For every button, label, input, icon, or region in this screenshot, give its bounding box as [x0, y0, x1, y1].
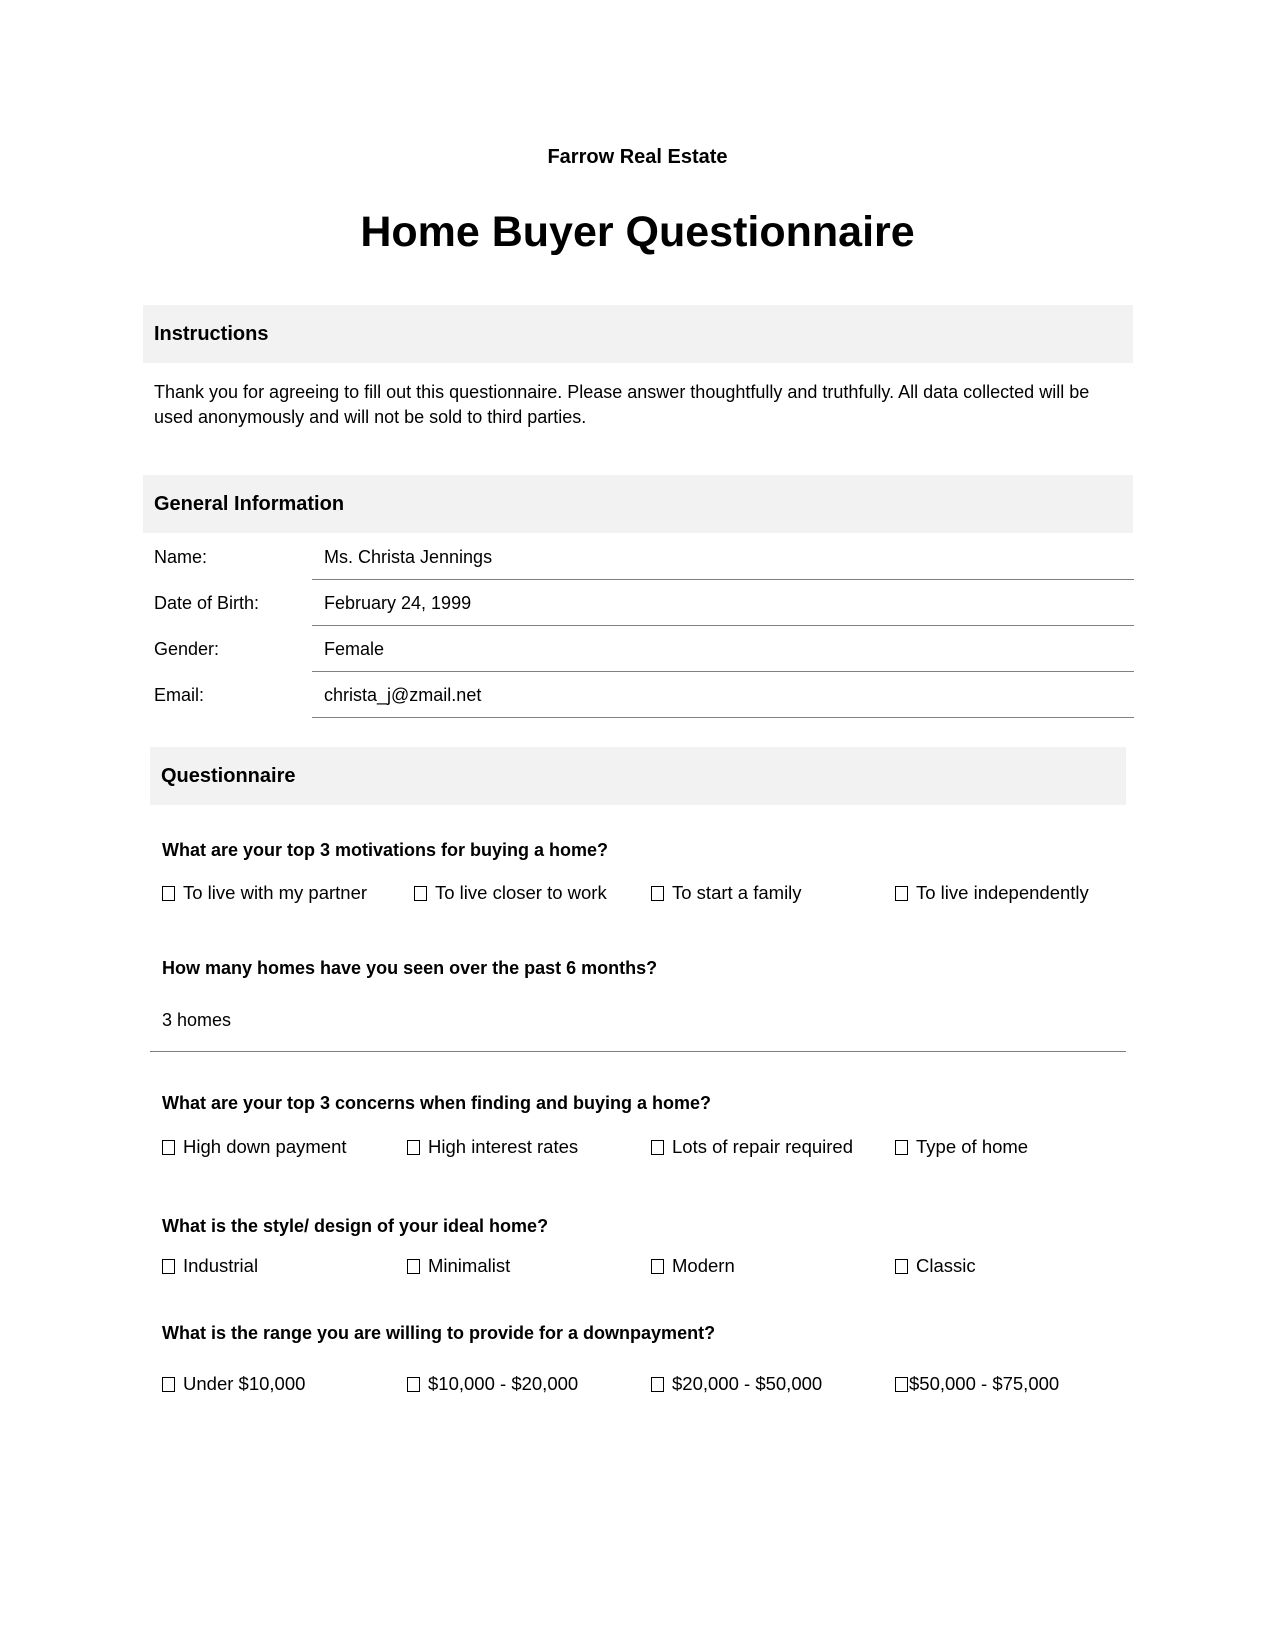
- info-row-gender: Gender: Female: [154, 626, 1134, 672]
- gender-field[interactable]: Female: [312, 626, 1134, 672]
- option-checkbox[interactable]: Minimalist: [407, 1255, 510, 1277]
- general-info-header: General Information: [143, 475, 1133, 533]
- option-checkbox[interactable]: $20,000 - $50,000: [651, 1373, 822, 1395]
- info-row-email: Email: christa_j@zmail.net: [154, 672, 1134, 718]
- option-checkbox[interactable]: Under $10,000: [162, 1373, 305, 1395]
- checkbox-icon[interactable]: [414, 886, 427, 901]
- question-motivations: What are your top 3 motivations for buyi…: [162, 840, 609, 860]
- option-checkbox[interactable]: High interest rates: [407, 1136, 578, 1158]
- option-checkbox[interactable]: Modern: [651, 1255, 735, 1277]
- option-checkbox[interactable]: Lots of repair required: [651, 1136, 853, 1158]
- dob-field[interactable]: February 24, 1999: [312, 580, 1134, 626]
- option-checkbox[interactable]: Type of home: [895, 1136, 1028, 1158]
- checkbox-icon[interactable]: [895, 1140, 908, 1155]
- checkbox-icon[interactable]: [162, 1377, 175, 1392]
- checkbox-icon[interactable]: [407, 1377, 420, 1392]
- answer-underline: [150, 1051, 1126, 1052]
- options-motivations: To live with my partner To live closer t…: [162, 882, 1112, 910]
- email-label: Email:: [154, 685, 205, 705]
- option-checkbox[interactable]: To live independently: [895, 882, 1089, 904]
- checkbox-icon[interactable]: [651, 1377, 664, 1392]
- options-downpayment: Under $10,000 $10,000 - $20,000 $20,000 …: [162, 1373, 1112, 1401]
- option-checkbox[interactable]: To live with my partner: [162, 882, 367, 904]
- checkbox-icon[interactable]: [651, 886, 664, 901]
- checkbox-icon[interactable]: [407, 1140, 420, 1155]
- checkbox-icon[interactable]: [895, 1259, 908, 1274]
- checkbox-icon[interactable]: [162, 1140, 175, 1155]
- checkbox-icon[interactable]: [651, 1140, 664, 1155]
- option-checkbox[interactable]: Classic: [895, 1255, 976, 1277]
- instructions-header: Instructions: [143, 305, 1133, 363]
- checkbox-icon[interactable]: [651, 1259, 664, 1274]
- question-homes-seen: How many homes have you seen over the pa…: [162, 958, 658, 978]
- name-label: Name:: [154, 547, 208, 567]
- checkbox-icon[interactable]: [162, 1259, 175, 1274]
- options-style: Industrial Minimalist Modern Classic: [162, 1255, 1112, 1283]
- question-style: What is the style/ design of your ideal …: [162, 1216, 549, 1236]
- info-row-name: Name: Ms. Christa Jennings: [154, 534, 1134, 580]
- homes-seen-answer[interactable]: 3 homes: [162, 1010, 231, 1031]
- email-field[interactable]: christa_j@zmail.net: [312, 672, 1134, 718]
- name-field[interactable]: Ms. Christa Jennings: [312, 534, 1134, 580]
- option-checkbox[interactable]: To start a family: [651, 882, 802, 904]
- questionnaire-heading: Questionnaire: [161, 764, 296, 787]
- company-name: Farrow Real Estate: [547, 146, 728, 168]
- questionnaire-header: Questionnaire: [150, 747, 1126, 805]
- checkbox-icon[interactable]: [162, 886, 175, 901]
- options-concerns: High down payment High interest rates Lo…: [162, 1136, 1112, 1164]
- checkbox-icon[interactable]: [895, 1377, 908, 1392]
- dob-label: Date of Birth:: [154, 593, 260, 613]
- checkbox-icon[interactable]: [895, 886, 908, 901]
- instructions-text: Thank you for agreeing to fill out this …: [154, 382, 1090, 427]
- info-row-dob: Date of Birth: February 24, 1999: [154, 580, 1134, 626]
- checkbox-icon[interactable]: [407, 1259, 420, 1274]
- instructions-heading: Instructions: [154, 322, 269, 345]
- option-checkbox[interactable]: $50,000 - $75,000: [895, 1373, 1059, 1395]
- question-downpayment: What is the range you are willing to pro…: [162, 1323, 716, 1343]
- question-concerns: What are your top 3 concerns when findin…: [162, 1093, 712, 1113]
- option-checkbox[interactable]: Industrial: [162, 1255, 258, 1277]
- option-checkbox[interactable]: $10,000 - $20,000: [407, 1373, 578, 1395]
- option-checkbox[interactable]: To live closer to work: [414, 882, 607, 904]
- general-info-heading: General Information: [154, 492, 345, 515]
- option-checkbox[interactable]: High down payment: [162, 1136, 347, 1158]
- gender-label: Gender:: [154, 639, 220, 659]
- page-title: Home Buyer Questionnaire: [360, 208, 915, 256]
